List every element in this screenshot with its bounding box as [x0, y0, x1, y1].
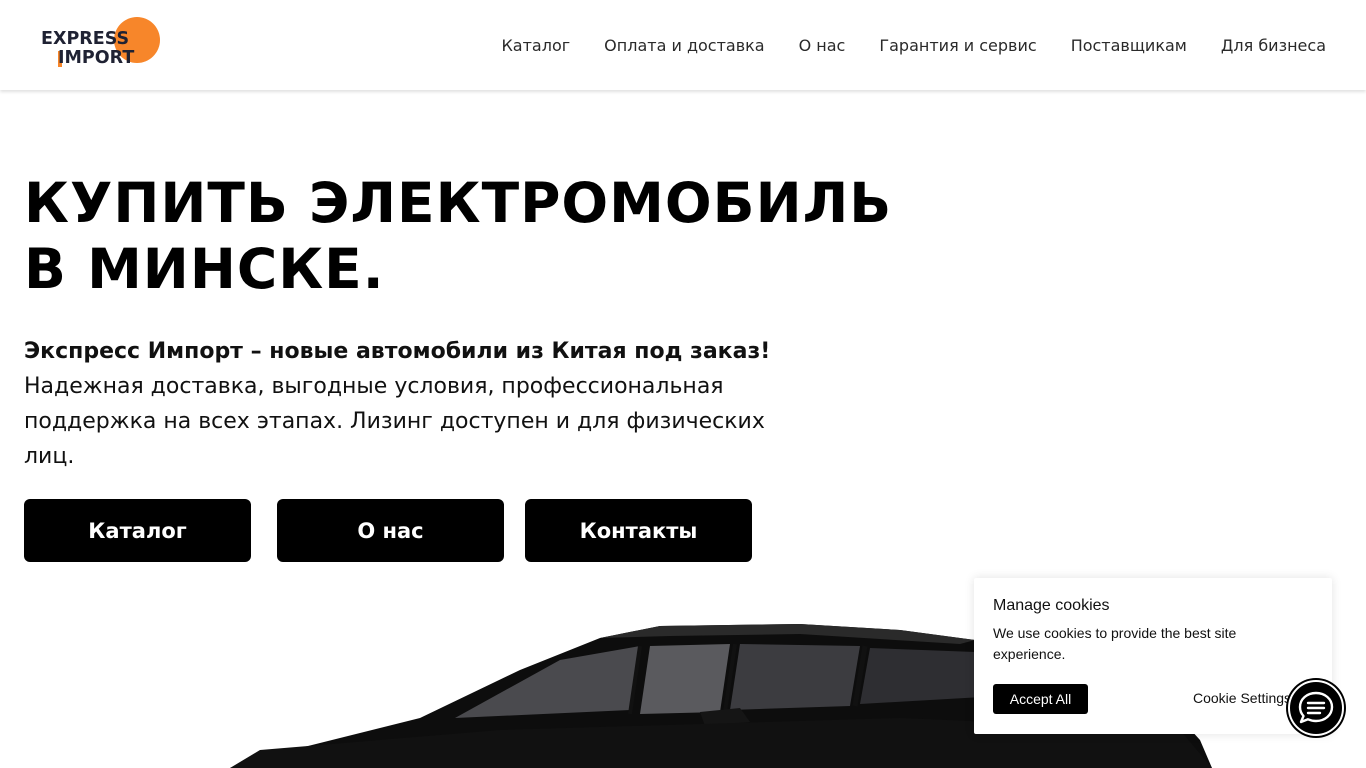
- cookie-panel-title: Manage cookies: [993, 597, 1110, 614]
- chat-button[interactable]: [1286, 678, 1346, 738]
- logo-text-import: IMPORT: [58, 48, 135, 68]
- express-import-logo[interactable]: EXPRESS IMPORT: [40, 17, 162, 69]
- nav-item-suppliers[interactable]: Поставщикам: [1071, 36, 1187, 56]
- catalog-button[interactable]: Каталог: [24, 499, 251, 562]
- logo-text-express: EXPRESS: [41, 29, 130, 49]
- hero-lead: Экспресс Импорт – новые автомобили из Ки…: [24, 339, 771, 364]
- hero-title-line-2: В МИНСКЕ.: [24, 237, 385, 301]
- cookie-settings-link[interactable]: Cookie Settings: [1193, 690, 1291, 706]
- site-header: EXPRESS IMPORT Каталог Оплата и доставка…: [0, 0, 1366, 90]
- nav-item-warranty-service[interactable]: Гарантия и сервис: [879, 36, 1036, 56]
- accept-all-cookies-button[interactable]: Accept All: [993, 684, 1088, 714]
- chat-bubble-icon: [1288, 680, 1344, 736]
- nav-item-catalog[interactable]: Каталог: [501, 36, 570, 56]
- nav-item-payment-delivery[interactable]: Оплата и доставка: [604, 36, 764, 56]
- cookie-panel-text: We use cookies to provide the best site …: [993, 625, 1237, 662]
- hero-title: КУПИТЬ ЭЛЕКТРОМОБИЛЬ В МИНСКЕ.: [24, 170, 924, 302]
- hero-title-line-1: КУПИТЬ ЭЛЕКТРОМОБИЛЬ: [24, 171, 893, 235]
- hero-description-text: Надежная доставка, выгодные условия, про…: [24, 374, 765, 469]
- nav-item-about[interactable]: О нас: [799, 36, 846, 56]
- about-button[interactable]: О нас: [277, 499, 504, 562]
- contacts-button[interactable]: Контакты: [525, 499, 752, 562]
- cookie-panel: Manage cookies We use cookies to provide…: [974, 578, 1332, 734]
- nav-item-business[interactable]: Для бизнеса: [1221, 36, 1326, 56]
- hero-description: Экспресс Импорт – новые автомобили из Ки…: [24, 334, 804, 474]
- main-nav: Каталог Оплата и доставка О нас Гарантия…: [501, 36, 1326, 56]
